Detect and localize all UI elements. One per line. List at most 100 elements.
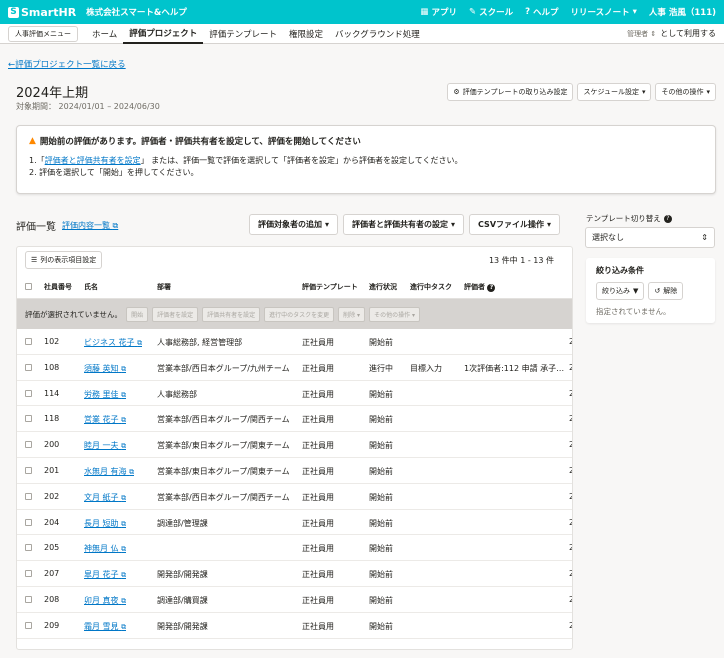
delete-button[interactable]: 削除 ▾	[338, 306, 366, 322]
col-template[interactable]: 評価テンプレート	[302, 282, 358, 292]
set-raters-label: 評価者と評価共有者の設定	[352, 220, 449, 229]
bulk-other-actions-button[interactable]: その他の操作 ▾	[369, 306, 420, 322]
row-checkbox[interactable]	[25, 415, 32, 423]
page-title: 2024年上期	[16, 86, 89, 101]
external-link-icon: ⧉	[129, 467, 135, 476]
column-settings-button[interactable]: ☰ 列の表示項目設定	[25, 251, 103, 269]
table-row[interactable]: 209 霜月 雪見 ⧉ 開発部/開発課 正社員用 開始前 2	[17, 613, 572, 639]
row-checkbox[interactable]	[25, 544, 32, 552]
row-checkbox[interactable]	[25, 621, 32, 629]
table-row[interactable]: 207 皐月 花子 ⧉ 開発部/開発課 正社員用 開始前 2	[17, 561, 572, 587]
col-employee-no[interactable]: 社員番号	[44, 282, 72, 292]
csv-operations-button[interactable]: CSVファイル操作 ▾	[469, 214, 561, 235]
table-row[interactable]: 201 水無月 有海 ⧉ 営業本部/東日本グループ/関東チーム 正社員用 開始前 2	[17, 458, 572, 484]
employee-name-link[interactable]: 文月 紙子 ⧉	[84, 492, 126, 503]
table-row[interactable]: 204 長月 短助 ⧉ 調達部/管理課 正社員用 開始前 2	[17, 510, 572, 536]
col-rater[interactable]: 評価者 ?	[464, 282, 496, 292]
row-checkbox[interactable]	[25, 441, 32, 449]
employee-name-link[interactable]: 水無月 有海 ⧉	[84, 466, 134, 477]
table-row[interactable]: 108 須藤 英知 ⧉ 営業本部/西日本グループ/九州チーム 正社員用 進行中 目標入力 1…	[17, 355, 572, 381]
extra-column-value: 2	[569, 621, 572, 630]
col-name[interactable]: 氏名	[84, 282, 98, 292]
schedule-settings-button[interactable]: スケジュール設定 ▾	[577, 83, 652, 101]
set-rater-button[interactable]: 評価者を設定	[152, 306, 199, 322]
template-name: 正社員用	[302, 544, 334, 554]
row-checkbox[interactable]	[25, 518, 32, 526]
employee-name-link[interactable]: 睦月 一夫 ⧉	[84, 440, 126, 451]
set-sharer-button[interactable]: 評価共有者を設定	[202, 306, 261, 322]
table-row[interactable]: 102 ビジネス 花子 ⧉ 人事総務部, 経営管理部 正社員用 開始前 2	[17, 329, 572, 355]
help-icon[interactable]: ?	[487, 284, 496, 292]
tab-background-jobs[interactable]: バックグラウンド処理	[329, 24, 426, 44]
apps-menu[interactable]: ▦ アプリ	[420, 6, 457, 18]
tab-home[interactable]: ホーム	[86, 24, 123, 44]
employee-name-link[interactable]: 須藤 英知 ⧉	[84, 363, 126, 374]
chevron-down-icon: ▾	[632, 7, 637, 17]
col-status[interactable]: 進行状況	[369, 282, 397, 292]
employee-name-link[interactable]: ビジネス 花子 ⧉	[84, 337, 142, 348]
row-checkbox[interactable]	[25, 492, 32, 500]
warning-icon: ▲	[29, 136, 36, 146]
other-actions-button[interactable]: その他の操作 ▾	[655, 83, 716, 101]
row-checkbox[interactable]	[25, 363, 32, 371]
tab-projects[interactable]: 評価プロジェクト	[123, 24, 204, 44]
row-checkbox[interactable]	[25, 595, 32, 603]
alert-step-1-prefix: 1.「	[29, 156, 45, 165]
employee-name-link[interactable]: 営業 花子 ⧉	[84, 414, 126, 425]
employee-name-link[interactable]: 霜月 雪見 ⧉	[84, 621, 126, 632]
filter-label: 絞り込み	[602, 287, 630, 295]
user-menu[interactable]: 人事 浩風（111)	[649, 6, 716, 18]
filter-button[interactable]: 絞り込み ▼	[596, 282, 645, 300]
set-raters-link[interactable]: 評価者と評価共有者を設定	[45, 156, 141, 165]
set-raters-button[interactable]: 評価者と評価共有者の設定 ▾	[343, 214, 465, 235]
back-link[interactable]: ←評価プロジェクト一覧に戻る	[8, 58, 126, 70]
col-current-task[interactable]: 進行中タスク	[410, 282, 452, 292]
add-evaluees-button[interactable]: 評価対象者の追加 ▾	[249, 214, 339, 235]
template-import-settings-button[interactable]: ⚙ 評価テンプレートの取り込み設定	[447, 83, 574, 101]
external-link-icon: ⧉	[121, 364, 127, 373]
employee-name-link[interactable]: 卯月 真夜 ⧉	[84, 595, 126, 606]
employee-no: 205	[44, 543, 60, 553]
extra-column-value: 2	[569, 543, 572, 552]
change-task-button[interactable]: 進行中のタスクを変更	[264, 306, 335, 322]
employee-name-link[interactable]: 労務 里佳 ⧉	[84, 389, 126, 400]
row-checkbox[interactable]	[25, 389, 32, 397]
template-name: 正社員用	[302, 595, 334, 605]
external-link-icon: ⧉	[121, 519, 127, 528]
release-notes-menu[interactable]: リリースノート ▾	[571, 6, 637, 18]
role-suffix: として利用する	[660, 29, 716, 38]
template-switch-label: テンプレート切り替え?	[586, 213, 672, 224]
extra-column-value: 2	[569, 363, 572, 372]
tab-permissions[interactable]: 権限設定	[283, 24, 329, 44]
evaluation-contents-link[interactable]: 評価内容一覧 ⧉	[62, 220, 118, 231]
evaluation-menu-button[interactable]: 人事評価メニュー	[8, 25, 78, 42]
help-icon[interactable]: ?	[663, 214, 672, 223]
evaluation-contents-label: 評価内容一覧	[62, 221, 110, 230]
employee-name: 睦月 一夫	[84, 441, 119, 451]
reset-filter-button[interactable]: ↺ 解除	[648, 282, 684, 300]
row-checkbox[interactable]	[25, 338, 32, 345]
employee-name-link[interactable]: 長月 短助 ⧉	[84, 518, 126, 529]
select-all-checkbox[interactable]	[25, 283, 32, 290]
table-row[interactable]: 205 神無月 仏 ⧉ 正社員用 開始前 2	[17, 535, 572, 562]
row-checkbox[interactable]	[25, 570, 32, 578]
start-button[interactable]: 開始	[126, 306, 149, 322]
alert-title: 開始前の評価があります。評価者・評価共有者を設定して、評価を開始してください	[39, 137, 361, 147]
employee-name-link[interactable]: 皐月 花子 ⧉	[84, 569, 126, 580]
table-row[interactable]: 202 文月 紙子 ⧉ 営業本部/西日本グループ/関西チーム 正社員用 開始前 2	[17, 484, 572, 510]
table-row[interactable]: 200 睦月 一夫 ⧉ 営業本部/東日本グループ/関東チーム 正社員用 開始前 2	[17, 432, 572, 458]
schedule-label: スケジュール設定	[583, 88, 639, 96]
table-row[interactable]: 208 卯月 真夜 ⧉ 調達部/購買課 正社員用 開始前 2	[17, 587, 572, 613]
col-department[interactable]: 部署	[157, 282, 171, 292]
template-switch-select[interactable]: 選択なし ⇕	[585, 227, 715, 248]
table-row[interactable]: 118 営業 花子 ⧉ 営業本部/西日本グループ/関西チーム 正社員用 開始前 2	[17, 406, 572, 433]
role-select[interactable]: 管理者 ⇕	[627, 29, 656, 39]
employee-name-link[interactable]: 神無月 仏 ⧉	[84, 543, 126, 554]
school-link[interactable]: ✎ スクール	[469, 6, 513, 18]
help-link[interactable]: ? ヘルプ	[525, 6, 558, 18]
tab-templates[interactable]: 評価テンプレート	[203, 24, 283, 44]
smarthr-logo[interactable]: S SmartHR	[8, 6, 76, 19]
template-name: 正社員用	[302, 415, 334, 425]
table-row[interactable]: 114 労務 里佳 ⧉ 人事総務部 正社員用 開始前 2	[17, 381, 572, 407]
row-checkbox[interactable]	[25, 466, 32, 474]
